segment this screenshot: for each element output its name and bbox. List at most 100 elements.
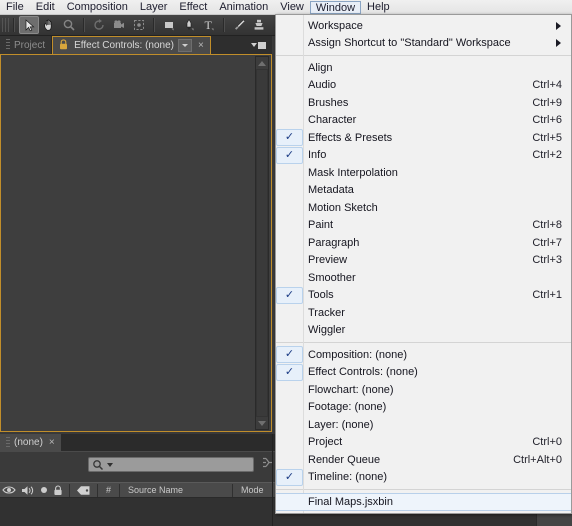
menu-item-wiggler[interactable]: Wiggler <box>276 322 571 340</box>
panel-divider[interactable] <box>272 434 273 526</box>
check-slot <box>276 59 303 76</box>
menu-item-final-maps-jsxbin[interactable]: Final Maps.jsxbin <box>276 493 571 511</box>
menu-item-timeline-none[interactable]: ✓ Timeline: (none) <box>276 468 571 487</box>
menubar-item-help[interactable]: Help <box>361 0 396 14</box>
menu-item-render-queue[interactable]: Render Queue Ctrl+Alt+0 <box>276 451 571 469</box>
close-icon[interactable]: × <box>196 40 204 51</box>
label-color-icon[interactable] <box>76 485 91 496</box>
scroll-down-button[interactable] <box>256 417 268 429</box>
check-slot <box>276 434 303 451</box>
menu-item-label: Effect Controls: (none) <box>308 366 418 379</box>
panel-menu-button[interactable] <box>245 36 272 54</box>
scrollbar-track[interactable] <box>257 70 267 416</box>
solo-icon[interactable] <box>39 485 49 495</box>
menu-item-shortcut: Ctrl+7 <box>532 236 562 249</box>
menu-item-composition-none[interactable]: ✓ Composition: (none) <box>276 346 571 364</box>
menu-separator <box>276 489 571 490</box>
clone-stamp-tool-button[interactable] <box>249 16 269 34</box>
vertical-scrollbar[interactable] <box>255 56 269 430</box>
check-slot <box>276 252 303 269</box>
menu-item-shortcut: Ctrl+4 <box>532 79 562 92</box>
search-field[interactable] <box>88 457 254 472</box>
check-slot <box>276 381 303 398</box>
menu-item-tools[interactable]: ✓ Tools Ctrl+1 <box>276 286 571 305</box>
tab-grip-icon <box>6 39 10 51</box>
menubar-item-animation[interactable]: Animation <box>213 0 274 14</box>
tab-timeline-none[interactable]: (none) × <box>0 434 61 451</box>
menubar-item-layer[interactable]: Layer <box>134 0 174 14</box>
menubar-item-view[interactable]: View <box>274 0 310 14</box>
column-header-mode[interactable]: Mode <box>237 485 268 495</box>
check-slot <box>276 416 303 433</box>
menu-item-shortcut: Ctrl+2 <box>532 149 562 162</box>
menu-item-layer-none[interactable]: Layer: (none) <box>276 416 571 434</box>
menubar-item-file[interactable]: File <box>0 0 30 14</box>
tab-effect-controls[interactable]: Effect Controls: (none) × <box>52 36 211 54</box>
menubar-item-composition[interactable]: Composition <box>61 0 134 14</box>
menu-item-shortcut: Ctrl+6 <box>532 114 562 127</box>
svg-text:T: T <box>205 18 213 32</box>
menu-item-motion-sketch[interactable]: Motion Sketch <box>276 199 571 217</box>
menu-item-label: Audio <box>308 79 337 92</box>
menu-bar: File Edit Composition Layer Effect Animation V… <box>0 0 572 15</box>
camera-tool-button[interactable] <box>109 16 129 34</box>
scroll-up-button[interactable] <box>256 57 268 69</box>
menu-item-character[interactable]: Character Ctrl+6 <box>276 112 571 130</box>
menu-item-label: Paint <box>308 219 334 232</box>
menu-item-effects-presets[interactable]: ✓ Effects & Presets Ctrl+5 <box>276 129 571 147</box>
menubar-item-edit[interactable]: Edit <box>30 0 61 14</box>
chevron-down-icon[interactable] <box>178 39 192 52</box>
chevron-right-icon <box>556 39 561 48</box>
menubar-item-window[interactable]: Window <box>309 0 362 14</box>
tab-project[interactable]: Project <box>0 36 53 54</box>
menubar-item-effect[interactable]: Effect <box>173 0 213 14</box>
toolbar-separator-3 <box>153 18 155 32</box>
menu-item-brushes[interactable]: Brushes Ctrl+9 <box>276 94 571 112</box>
menu-item-footage-none[interactable]: Footage: (none) <box>276 399 571 417</box>
pen-tool-button[interactable] <box>179 16 199 34</box>
search-input[interactable] <box>113 459 243 470</box>
panel-menu-bars-icon <box>258 41 266 49</box>
eye-icon[interactable] <box>2 485 17 495</box>
menu-item-tracker[interactable]: Tracker <box>276 304 571 322</box>
menu-item-flowchart-none[interactable]: Flowchart: (none) <box>276 381 571 399</box>
menu-item-info[interactable]: ✓ Info Ctrl+2 <box>276 146 571 165</box>
zoom-tool-button[interactable] <box>59 16 79 34</box>
menu-item-paint[interactable]: Paint Ctrl+8 <box>276 217 571 235</box>
column-divider-4 <box>232 483 234 497</box>
brush-tool-button[interactable] <box>229 16 249 34</box>
toolbar-grip[interactable] <box>2 18 9 32</box>
shape-tool-button[interactable] <box>159 16 179 34</box>
search-icon <box>93 459 104 470</box>
menu-item-workspace[interactable]: Workspace <box>276 17 571 35</box>
close-icon[interactable]: × <box>47 437 55 448</box>
rotation-icon <box>94 19 104 30</box>
hand-tool-button[interactable] <box>39 16 59 34</box>
menu-item-audio[interactable]: Audio Ctrl+4 <box>276 77 571 95</box>
lock-icon[interactable] <box>59 38 68 53</box>
check-slot <box>276 304 303 321</box>
check-slot <box>276 94 303 111</box>
pan-behind-tool-button[interactable] <box>129 16 149 34</box>
column-header-source-name[interactable]: Source Name <box>124 485 228 495</box>
menu-item-label: Paragraph <box>308 236 360 249</box>
menu-item-preview[interactable]: Preview Ctrl+3 <box>276 252 571 270</box>
triangle-up-icon <box>258 60 266 66</box>
arrow-cursor-icon <box>25 18 35 31</box>
menu-item-align[interactable]: Align <box>276 59 571 77</box>
rotation-tool-button[interactable] <box>89 16 109 34</box>
menu-item-mask-interpolation[interactable]: Mask Interpolation <box>276 164 571 182</box>
lock-icon[interactable] <box>53 484 63 496</box>
menu-item-paragraph[interactable]: Paragraph Ctrl+7 <box>276 234 571 252</box>
audio-icon[interactable] <box>21 485 35 496</box>
type-tool-button[interactable]: T <box>199 16 219 34</box>
menu-item-assign-shortcut-to-standard-workspace[interactable]: Assign Shortcut to "Standard" Workspace <box>276 35 571 53</box>
menu-item-metadata[interactable]: Metadata <box>276 182 571 200</box>
menu-item-label: Character <box>308 114 357 127</box>
check-slot <box>276 112 303 129</box>
menu-item-effect-controls-none[interactable]: ✓ Effect Controls: (none) <box>276 363 571 382</box>
column-header-number[interactable]: # <box>102 485 115 495</box>
menu-item-project[interactable]: Project Ctrl+0 <box>276 434 571 452</box>
selection-tool-button[interactable] <box>19 16 39 34</box>
menu-item-smoother[interactable]: Smoother <box>276 269 571 287</box>
